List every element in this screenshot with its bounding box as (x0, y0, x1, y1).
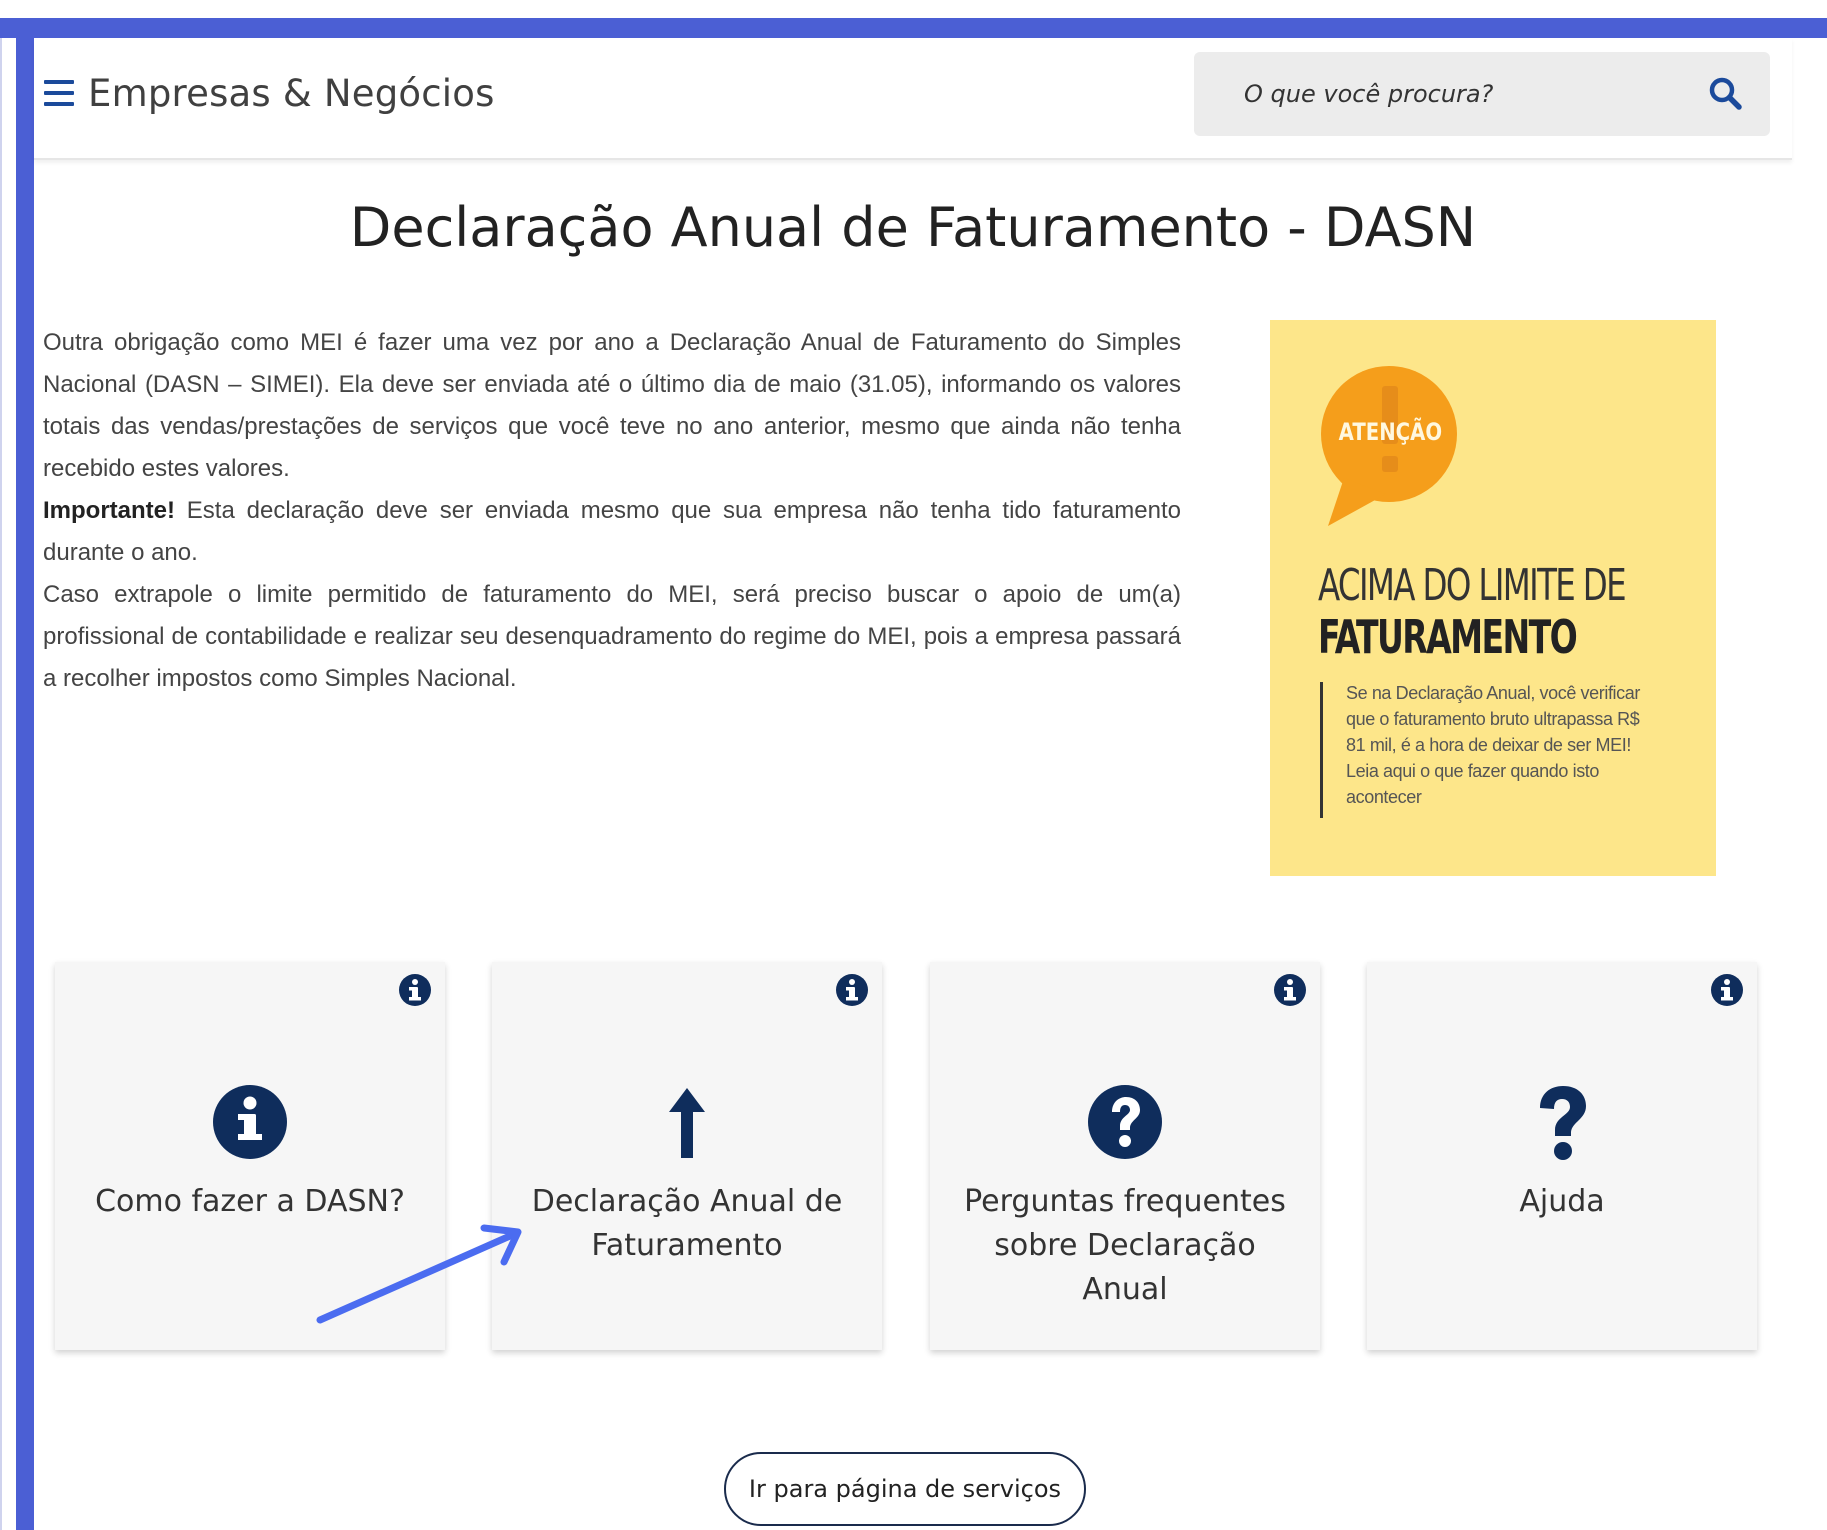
card-label: Ajuda (1519, 1184, 1605, 1219)
info-icon[interactable] (1709, 972, 1745, 1008)
annotation-arrow-icon (316, 1224, 522, 1324)
search-box (1194, 52, 1770, 136)
banner-title-line-2: FATURAMENTO (1318, 610, 1578, 664)
important-paragraph: Importante! Esta declaração deve ser env… (43, 490, 1181, 574)
info-icon[interactable] (834, 972, 870, 1008)
important-text: Esta declaração deve ser enviada mesmo q… (43, 497, 1181, 566)
banner-text: Se na Declaração Anual, você verificar q… (1346, 683, 1640, 807)
search-icon[interactable] (1708, 76, 1744, 112)
hamburger-menu-icon[interactable] (44, 80, 74, 106)
search-input[interactable] (1242, 72, 1686, 116)
card-label: Declaração Anual de Faturamento (531, 1184, 843, 1263)
card-ajuda[interactable]: Ajuda (1367, 962, 1757, 1350)
banner-divider (1320, 682, 1323, 818)
highlight-frame-left (16, 18, 34, 1530)
frame-left-edge (0, 18, 2, 1530)
attention-banner[interactable]: ATENÇÃO ACIMA DO LIMITE DE FATURAMENTO S… (1270, 320, 1716, 876)
page-title: Declaração Anual de Faturamento - DASN (349, 196, 1477, 259)
site-brand[interactable]: Empresas & Negócios (88, 72, 495, 115)
highlight-frame-top (0, 18, 1827, 38)
card-label: Perguntas frequentes sobre Declaração An… (964, 1184, 1286, 1307)
intro-text: Outra obrigação como MEI é fazer uma vez… (43, 322, 1181, 700)
speech-bubble-icon (1321, 366, 1457, 526)
page-frame: Empresas & Negócios Declaração Anual de … (0, 0, 1827, 1530)
banner-title-line-1: ACIMA DO LIMITE DE (1318, 560, 1627, 611)
info-circle-icon (213, 1085, 287, 1159)
site-header: Empresas & Negócios (34, 38, 1792, 160)
important-label: Importante! (43, 497, 175, 524)
card-perguntas-frequentes[interactable]: Perguntas frequentes sobre Declaração An… (930, 962, 1320, 1350)
attention-badge: ATENÇÃO (1338, 418, 1443, 446)
limit-paragraph: Caso extrapole o limite permitido de fat… (43, 581, 1181, 692)
question-mark-icon (1540, 1086, 1586, 1160)
info-icon[interactable] (397, 972, 433, 1008)
intro-paragraph: Outra obrigação como MEI é fazer uma vez… (43, 329, 1181, 482)
card-declaracao-anual[interactable]: Declaração Anual de Faturamento (492, 962, 882, 1350)
question-circle-icon (1088, 1085, 1162, 1159)
services-page-button[interactable]: Ir para página de serviços (724, 1452, 1086, 1526)
info-icon[interactable] (1272, 972, 1308, 1008)
arrow-up-icon (669, 1088, 705, 1158)
